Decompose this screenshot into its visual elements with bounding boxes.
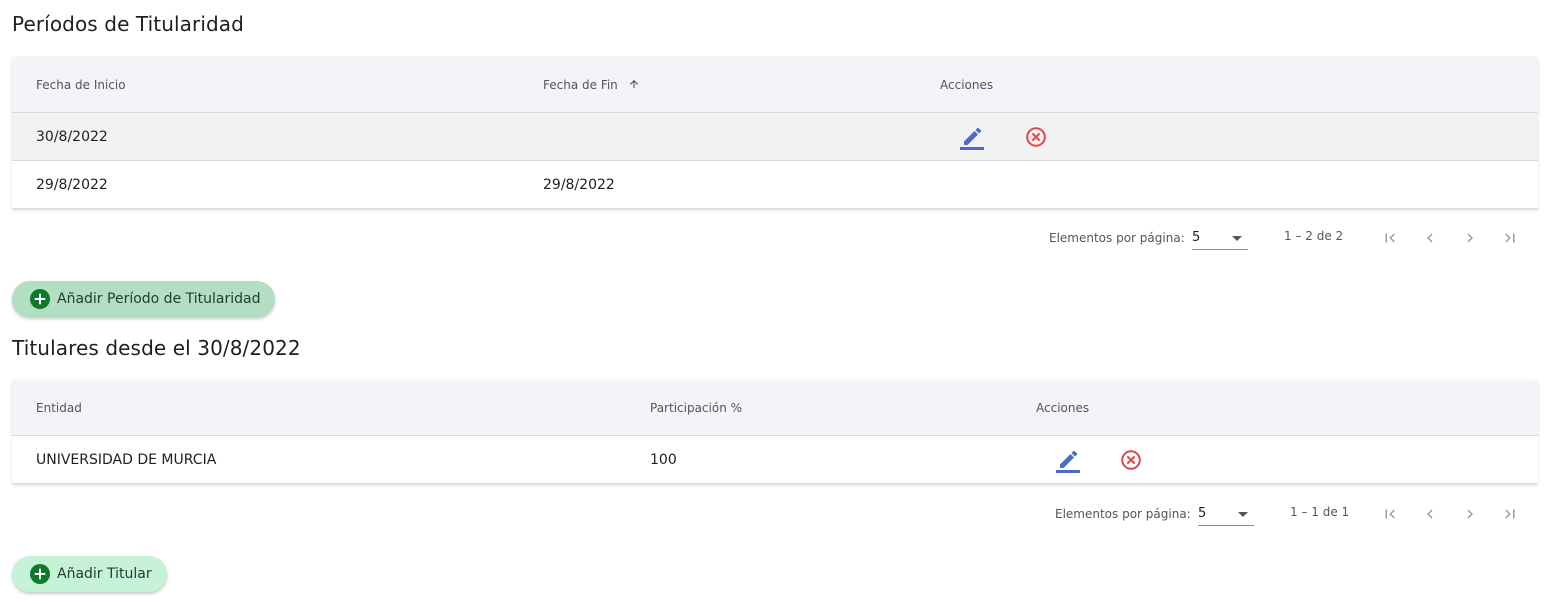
table-row[interactable]: UNIVERSIDAD DE MURCIA 100: [12, 436, 1538, 484]
holders-table-header: Entidad Participación % Acciones: [12, 380, 1538, 436]
holders-table: Entidad Participación % Acciones UNIVERS…: [12, 380, 1538, 484]
column-header-end-date-label: Fecha de Fin: [543, 78, 618, 92]
column-header-entity[interactable]: Entidad: [36, 380, 82, 436]
chevron-left-icon: [1427, 509, 1433, 519]
add-period-button-label: Añadir Período de Titularidad: [57, 291, 261, 307]
caret-down-icon: [1238, 512, 1248, 517]
cancel-circle-icon: [1121, 450, 1141, 470]
share-cell: 100: [650, 452, 677, 468]
column-header-start-date[interactable]: Fecha de Inicio: [36, 57, 126, 113]
page-size-select[interactable]: 5: [1192, 226, 1248, 250]
column-header-end-date[interactable]: Fecha de Fin: [543, 57, 640, 113]
edit-button[interactable]: [1048, 436, 1088, 484]
page-range-label: 1 – 1 de 1: [1290, 505, 1350, 519]
periods-table-header: Fecha de Inicio Fecha de Fin Acciones: [12, 57, 1538, 113]
page-size-select[interactable]: 5: [1198, 502, 1254, 526]
first-page-button[interactable]: [1374, 222, 1406, 254]
table-row[interactable]: 29/8/2022 29/8/2022: [12, 161, 1538, 209]
holders-section-title: Titulares desde el 30/8/2022: [12, 336, 301, 360]
caret-down-icon: [1232, 236, 1242, 241]
page-size-value: 5: [1192, 230, 1201, 245]
add-period-button[interactable]: Añadir Período de Titularidad: [12, 281, 276, 317]
chevron-right-icon: [1467, 233, 1473, 243]
first-page-button[interactable]: [1374, 498, 1406, 530]
periods-table: Fecha de Inicio Fecha de Fin Acciones 30…: [12, 57, 1538, 209]
next-page-button[interactable]: [1454, 498, 1486, 530]
column-header-actions: Acciones: [1036, 401, 1090, 415]
last-page-icon: [1505, 509, 1515, 519]
next-page-button[interactable]: [1454, 222, 1486, 254]
end-date-cell: 29/8/2022: [543, 177, 615, 193]
start-date-cell: 30/8/2022: [36, 129, 108, 145]
edit-button[interactable]: [952, 113, 992, 161]
cancel-circle-icon: [1026, 127, 1046, 147]
page-range-label: 1 – 2 de 2: [1284, 229, 1344, 243]
table-row[interactable]: 30/8/2022: [12, 113, 1538, 161]
column-header-actions: Acciones: [940, 78, 994, 92]
add-circle-icon: [30, 289, 50, 309]
delete-button[interactable]: [1111, 436, 1151, 484]
previous-page-button[interactable]: [1414, 498, 1446, 530]
add-holder-button[interactable]: Añadir Titular: [12, 556, 167, 592]
pencil-icon: [1056, 450, 1080, 473]
last-page-button[interactable]: [1494, 222, 1526, 254]
start-date-cell: 29/8/2022: [36, 177, 108, 193]
delete-button[interactable]: [1016, 113, 1056, 161]
column-header-share[interactable]: Participación %: [650, 380, 742, 436]
arrow-up-icon: [629, 80, 638, 88]
chevron-right-icon: [1467, 509, 1473, 519]
previous-page-button[interactable]: [1414, 222, 1446, 254]
last-page-button[interactable]: [1494, 498, 1526, 530]
items-per-page-label: Elementos por página:: [1049, 231, 1185, 245]
first-page-icon: [1385, 509, 1395, 519]
chevron-left-icon: [1427, 233, 1433, 243]
add-circle-icon: [30, 564, 50, 584]
first-page-icon: [1385, 233, 1395, 243]
items-per-page-label: Elementos por página:: [1055, 507, 1191, 521]
periods-section-title: Períodos de Titularidad: [12, 12, 244, 36]
pencil-icon: [960, 127, 984, 150]
add-holder-button-label: Añadir Titular: [57, 566, 152, 582]
page-size-value: 5: [1198, 506, 1207, 521]
last-page-icon: [1505, 233, 1515, 243]
holders-paginator: Elementos por página: 5 1 – 1 de 1: [12, 486, 1538, 542]
entity-cell: UNIVERSIDAD DE MURCIA: [36, 452, 217, 468]
periods-paginator: Elementos por página: 5 1 – 2 de 2: [12, 210, 1538, 266]
